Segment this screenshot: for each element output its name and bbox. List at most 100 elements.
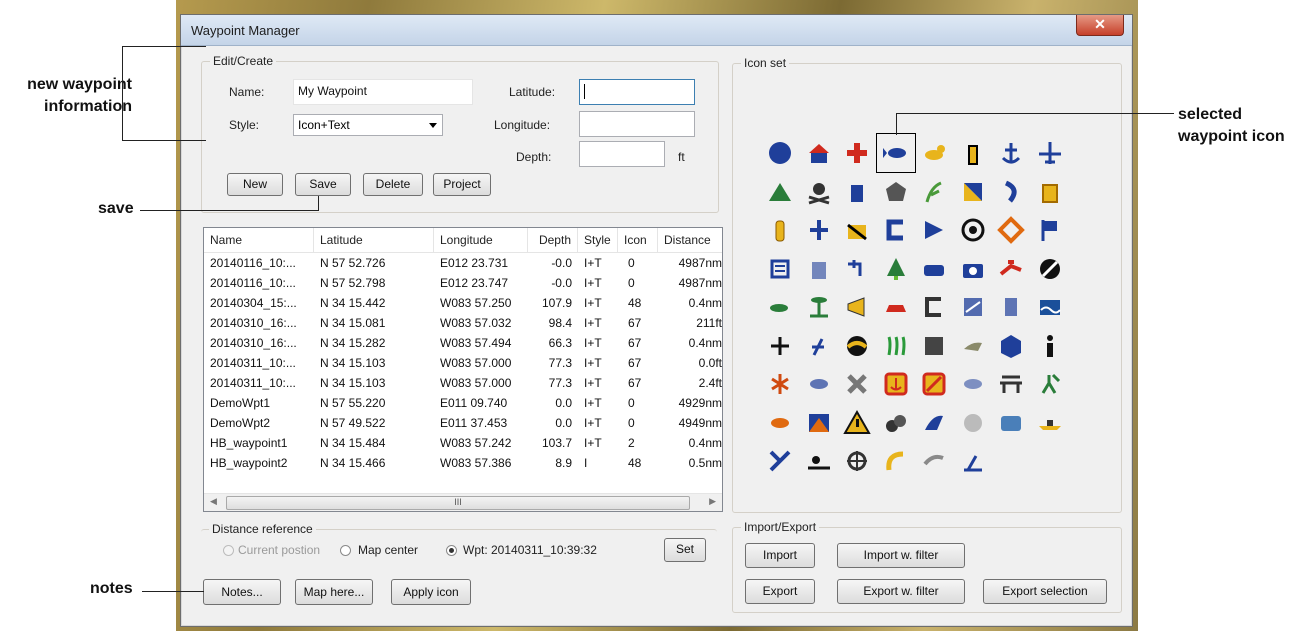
waypoint-list[interactable]: Name Latitude Longitude Depth Style Icon…: [203, 227, 723, 512]
column-header-longitude[interactable]: Longitude: [434, 228, 528, 252]
lobster-icon[interactable]: [765, 369, 795, 399]
diamond-icon[interactable]: [996, 215, 1026, 245]
rocks-icon[interactable]: [881, 408, 911, 438]
weed-icon[interactable]: [919, 177, 949, 207]
skull-crossbones-icon[interactable]: [804, 177, 834, 207]
import-button[interactable]: Import: [745, 543, 815, 568]
table-row[interactable]: 20140311_10:... N 34 15.103 W083 57.000 77.…: [204, 354, 722, 373]
car-icon[interactable]: [881, 292, 911, 322]
table-row[interactable]: 20140116_10:... N 57 52.726 E012 23.731 -0.…: [204, 254, 722, 273]
project-button[interactable]: Project: [433, 173, 491, 196]
table-row[interactable]: DemoWpt2 N 57 49.522 E011 37.453 0.0 I+T 0 494…: [204, 414, 722, 433]
car-group-icon[interactable]: [919, 254, 949, 284]
letter-c-icon[interactable]: [881, 215, 911, 245]
no-fishing-icon[interactable]: [919, 369, 949, 399]
circle-icon[interactable]: [765, 138, 795, 168]
catfish-icon[interactable]: [958, 369, 988, 399]
horn-icon[interactable]: [842, 292, 872, 322]
wreck-icon[interactable]: [919, 408, 949, 438]
column-header-icon[interactable]: Icon: [618, 228, 658, 252]
import-filter-button[interactable]: Import w. filter: [837, 543, 965, 568]
fisherman-icon[interactable]: [1035, 369, 1065, 399]
swim-icon[interactable]: [804, 446, 834, 476]
flag-diagonal-icon[interactable]: [958, 177, 988, 207]
shrimp-icon[interactable]: [881, 446, 911, 476]
new-button[interactable]: New: [227, 173, 283, 196]
bridge-icon[interactable]: [996, 369, 1026, 399]
hook-icon[interactable]: [996, 177, 1026, 207]
lighthouse-icon[interactable]: [958, 138, 988, 168]
column-header-distance[interactable]: Distance: [658, 228, 722, 252]
map-here-button[interactable]: Map here...: [295, 579, 373, 605]
airplane-icon[interactable]: [1035, 138, 1065, 168]
plus-icon[interactable]: [765, 331, 795, 361]
notes-button[interactable]: Notes...: [203, 579, 281, 605]
orange-fish-icon[interactable]: [765, 408, 795, 438]
half-sphere-icon[interactable]: [842, 331, 872, 361]
diver-icon[interactable]: [996, 254, 1026, 284]
faucet-icon[interactable]: [842, 254, 872, 284]
table-row[interactable]: HB_waypoint1 N 34 15.484 W083 57.242 103.7 I…: [204, 434, 722, 453]
junction-icon[interactable]: [804, 215, 834, 245]
copyright-icon[interactable]: [919, 292, 949, 322]
table-row[interactable]: 20140304_15:... N 34 15.442 W083 57.250 107…: [204, 294, 722, 313]
sunset-icon[interactable]: [804, 408, 834, 438]
scrollbar-thumb[interactable]: III: [226, 496, 690, 510]
tree-icon[interactable]: [881, 254, 911, 284]
no-entry-icon[interactable]: [1035, 254, 1065, 284]
anchor-badge-icon[interactable]: [881, 369, 911, 399]
name-field[interactable]: My Waypoint: [293, 79, 473, 105]
column-header-depth[interactable]: Depth: [528, 228, 578, 252]
column-header-name[interactable]: Name: [204, 228, 314, 252]
rock-icon[interactable]: [881, 177, 911, 207]
style-select[interactable]: Icon+Text: [293, 114, 443, 136]
latitude-field[interactable]: [579, 79, 695, 105]
tent-icon[interactable]: [765, 177, 795, 207]
info-icon[interactable]: [1035, 331, 1065, 361]
beer-mug-icon[interactable]: [1035, 177, 1065, 207]
bottle-icon[interactable]: [765, 215, 795, 245]
table-row[interactable]: HB_waypoint2 N 34 15.466 W083 57.386 8.9 I 48…: [204, 454, 722, 473]
table-row[interactable]: 20140116_10:... N 57 52.798 E012 23.747 -0.…: [204, 274, 722, 293]
depth-field[interactable]: [579, 141, 665, 167]
map-center-radio[interactable]: [340, 545, 351, 556]
coral-icon[interactable]: [958, 408, 988, 438]
current-position-radio[interactable]: [223, 545, 234, 556]
table-row[interactable]: 20140310_16:... N 34 15.282 W083 57.494 66.…: [204, 334, 722, 353]
longitude-field[interactable]: [579, 111, 695, 137]
export-button[interactable]: Export: [745, 579, 815, 604]
house-icon[interactable]: [804, 138, 834, 168]
swimmer-icon[interactable]: [804, 331, 834, 361]
set-button[interactable]: Set: [664, 538, 706, 562]
duck-icon[interactable]: [919, 138, 949, 168]
column-header-latitude[interactable]: Latitude: [314, 228, 434, 252]
wave-icon[interactable]: [1035, 292, 1065, 322]
wpt-radio[interactable]: [446, 545, 457, 556]
hazard-stripes-icon[interactable]: [842, 215, 872, 245]
title-bar[interactable]: Waypoint Manager ✕: [181, 15, 1132, 46]
building-icon[interactable]: [804, 254, 834, 284]
rubble-icon[interactable]: [919, 331, 949, 361]
shellfish-icon[interactable]: [842, 446, 872, 476]
mug-icon[interactable]: [842, 177, 872, 207]
grass-icon[interactable]: [881, 331, 911, 361]
export-filter-button[interactable]: Export w. filter: [837, 579, 965, 604]
boat-icon[interactable]: [1035, 408, 1065, 438]
small-fish-icon[interactable]: [765, 292, 795, 322]
camera-icon[interactable]: [958, 254, 988, 284]
export-selection-button[interactable]: Export selection: [983, 579, 1107, 604]
cube-icon[interactable]: [996, 331, 1026, 361]
delete-button[interactable]: Delete: [363, 173, 423, 196]
list-icon[interactable]: [765, 254, 795, 284]
island-icon[interactable]: [804, 292, 834, 322]
dock-icon[interactable]: [958, 446, 988, 476]
horizontal-scrollbar[interactable]: ◀ III ▶: [204, 493, 722, 511]
column-header-style[interactable]: Style: [578, 228, 618, 252]
scroll-right-arrow-icon[interactable]: ▶: [709, 496, 716, 507]
warning-icon[interactable]: [842, 408, 872, 438]
flag-icon[interactable]: [1035, 215, 1065, 245]
table-row[interactable]: DemoWpt1 N 57 55.220 E011 09.740 0.0 I+T 0 492…: [204, 394, 722, 413]
target-icon[interactable]: [958, 215, 988, 245]
starfish-icon[interactable]: [842, 369, 872, 399]
save-button[interactable]: Save: [295, 173, 351, 196]
